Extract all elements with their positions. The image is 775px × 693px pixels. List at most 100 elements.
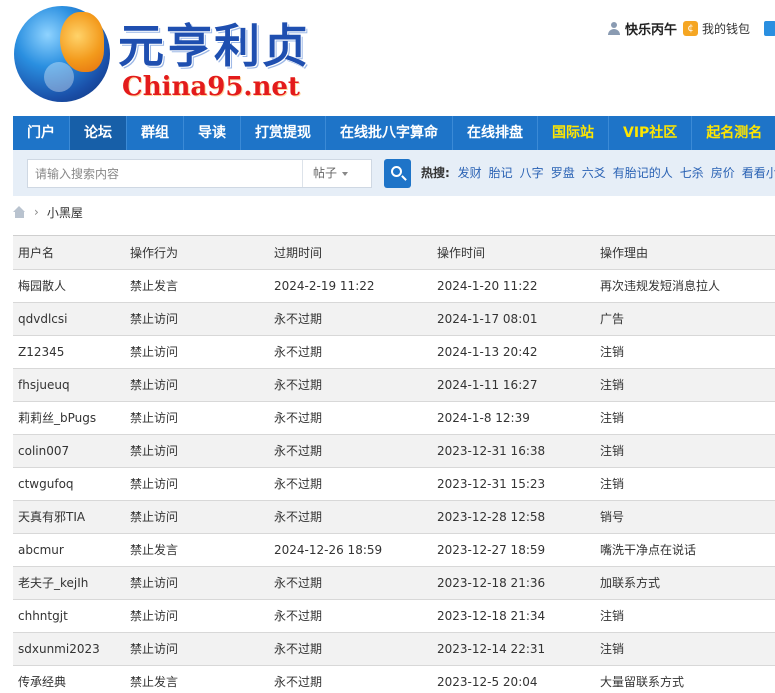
username-cell[interactable]: fhsjueuq — [13, 368, 125, 402]
time-cell: 2023-12-5 20:04 — [432, 665, 595, 693]
hot-search-link[interactable]: 七杀 — [680, 166, 704, 180]
expiry-cell: 永不过期 — [269, 500, 432, 534]
expiry-cell: 2024-2-19 11:22 — [269, 269, 432, 303]
username-cell[interactable]: 传承经典 — [13, 665, 125, 693]
expiry-cell: 永不过期 — [269, 368, 432, 402]
hot-search-link[interactable]: 看看小 — [742, 166, 775, 180]
col-header-expiry: 过期时间 — [269, 236, 432, 270]
time-cell: 2024-1-20 11:22 — [432, 269, 595, 303]
action-cell: 禁止访问 — [125, 500, 269, 534]
reason-cell: 注销 — [595, 335, 775, 369]
expiry-cell: 永不过期 — [269, 566, 432, 600]
action-cell: 禁止访问 — [125, 599, 269, 633]
time-cell: 2023-12-14 22:31 — [432, 632, 595, 666]
nav-item[interactable]: 群组 — [127, 116, 184, 150]
search-input[interactable] — [28, 160, 302, 187]
time-cell: 2024-1-17 08:01 — [432, 302, 595, 336]
reason-cell: 注销 — [595, 599, 775, 633]
expiry-cell: 永不过期 — [269, 401, 432, 435]
hot-search-link[interactable]: 六爻 — [582, 166, 606, 180]
username-cell[interactable]: chhntgjt — [13, 599, 125, 633]
site-logo[interactable]: 元亨利贞 China95.net — [10, 4, 310, 104]
action-cell: 禁止发言 — [125, 269, 269, 303]
reason-cell: 嘴洗干净点在说话 — [595, 533, 775, 567]
action-cell: 禁止访问 — [125, 302, 269, 336]
time-cell: 2023-12-27 18:59 — [432, 533, 595, 567]
nav-item[interactable]: 门户 — [13, 116, 70, 150]
logo-domain: China95.net — [122, 72, 300, 102]
nav-item[interactable]: 起名测名 — [692, 116, 775, 150]
nav-item[interactable]: 导读 — [184, 116, 241, 150]
nav-item[interactable]: 国际站 — [538, 116, 609, 150]
table-row: fhsjueuq 禁止访问 永不过期 2024-1-11 16:27 注销 — [13, 368, 775, 402]
username-cell[interactable]: qdvdlcsi — [13, 302, 125, 336]
table-row: chhntgjt 禁止访问 永不过期 2023-12-18 21:34 注销 — [13, 599, 775, 633]
breadcrumb-separator: › — [34, 205, 39, 219]
reason-cell: 注销 — [595, 368, 775, 402]
search-icon-handle — [401, 175, 407, 181]
action-cell: 禁止访问 — [125, 632, 269, 666]
table-row: sdxunmi2023 禁止访问 永不过期 2023-12-14 22:31 注销 — [13, 632, 775, 666]
main-nav: 门户 论坛 群组 导读 打赏提现 在线批八字算命 在线排盘 国际站 VIP社区 起名测名 — [13, 116, 775, 150]
hot-search-link[interactable]: 八字 — [520, 166, 544, 180]
action-cell: 禁止访问 — [125, 368, 269, 402]
table-header-row: 用户名 操作行为 过期时间 操作时间 操作理由 — [13, 236, 775, 270]
wallet-link[interactable]: 我的钱包 — [702, 20, 750, 37]
username-cell[interactable]: abcmur — [13, 533, 125, 567]
username-link[interactable]: 快乐丙午 — [625, 19, 677, 38]
col-header-username: 用户名 — [13, 236, 125, 270]
reason-cell: 注销 — [595, 434, 775, 468]
expiry-cell: 永不过期 — [269, 632, 432, 666]
action-cell: 禁止访问 — [125, 467, 269, 501]
time-cell: 2024-1-13 20:42 — [432, 335, 595, 369]
table-row: qdvdlcsi 禁止访问 永不过期 2024-1-17 08:01 广告 — [13, 302, 775, 336]
nav-item[interactable]: 在线排盘 — [453, 116, 538, 150]
search-type-label: 帖子 — [313, 166, 338, 180]
reason-cell: 广告 — [595, 302, 775, 336]
nav-item[interactable]: 论坛 — [70, 116, 127, 150]
time-cell: 2024-1-11 16:27 — [432, 368, 595, 402]
username-cell[interactable]: ctwgufoq — [13, 467, 125, 501]
table-row: 梅园散人 禁止发言 2024-2-19 11:22 2024-1-20 11:22 再次… — [13, 269, 775, 303]
username-cell[interactable]: 莉莉丝_bPugs — [13, 401, 125, 435]
col-header-time: 操作时间 — [432, 236, 595, 270]
action-cell: 禁止访问 — [125, 335, 269, 369]
search-bar: 帖子 热搜: 发财胎记八字罗盘六爻有胎记的人七杀房价看看小 — [13, 150, 775, 196]
username-cell[interactable]: sdxunmi2023 — [13, 632, 125, 666]
reason-cell: 注销 — [595, 401, 775, 435]
username-cell[interactable]: 梅园散人 — [13, 269, 125, 303]
action-cell: 禁止发言 — [125, 665, 269, 693]
hot-search-link[interactable]: 胎记 — [489, 166, 513, 180]
chevron-down-icon — [342, 171, 349, 176]
username-cell[interactable]: colin007 — [13, 434, 125, 468]
col-header-reason: 操作理由 — [595, 236, 775, 270]
notification-icon[interactable] — [764, 20, 775, 36]
search-box: 帖子 — [27, 159, 372, 188]
action-cell: 禁止访问 — [125, 401, 269, 435]
hot-search-link[interactable]: 罗盘 — [551, 166, 575, 180]
time-cell: 2023-12-31 15:23 — [432, 467, 595, 501]
hot-search-link[interactable]: 有胎记的人 — [613, 166, 673, 180]
expiry-cell: 永不过期 — [269, 335, 432, 369]
search-button[interactable] — [384, 159, 411, 188]
nav-item[interactable]: 在线批八字算命 — [326, 116, 453, 150]
col-header-action: 操作行为 — [125, 236, 269, 270]
hot-search-link[interactable]: 发财 — [458, 166, 482, 180]
expiry-cell: 永不过期 — [269, 599, 432, 633]
reason-cell: 大量留联系方式 — [595, 665, 775, 693]
time-cell: 2024-1-8 12:39 — [432, 401, 595, 435]
breadcrumb: › 小黑屋 — [13, 204, 83, 220]
search-type-select[interactable]: 帖子 — [302, 160, 372, 187]
username-cell[interactable]: 天真有邪TIA — [13, 500, 125, 534]
nav-item[interactable]: 打赏提现 — [241, 116, 326, 150]
hot-search-link[interactable]: 房价 — [711, 166, 735, 180]
blacklist-table: 用户名 操作行为 过期时间 操作时间 操作理由 梅园散人 禁止发言 2024-2-19 11… — [13, 235, 775, 693]
user-bar: 快乐丙午 ¢ 我的钱包 — [608, 18, 775, 38]
username-cell[interactable]: Z12345 — [13, 335, 125, 369]
home-icon[interactable] — [13, 206, 26, 218]
table-row: ctwgufoq 禁止访问 永不过期 2023-12-31 15:23 注销 — [13, 467, 775, 501]
username-cell[interactable]: 老夫子_kejIh — [13, 566, 125, 600]
reason-cell: 注销 — [595, 632, 775, 666]
expiry-cell: 永不过期 — [269, 302, 432, 336]
nav-item[interactable]: VIP社区 — [609, 116, 693, 150]
